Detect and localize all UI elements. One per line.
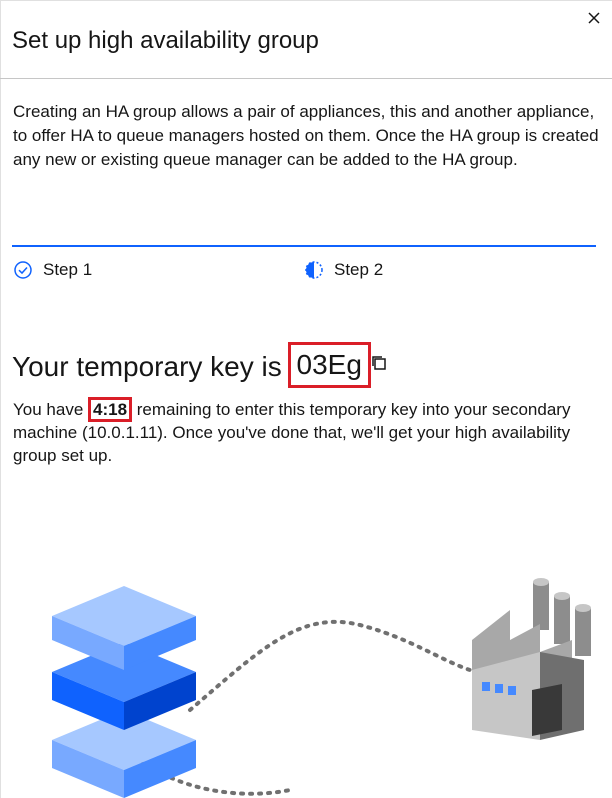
time-remaining-text: You have 4:18 remaining to enter this te… <box>13 397 608 467</box>
step-2-label: Step 2 <box>334 260 384 279</box>
checkmark-outline-icon <box>13 260 33 280</box>
step-1[interactable]: Step 1 <box>13 260 92 280</box>
illustration <box>52 578 591 798</box>
close-button[interactable] <box>582 6 606 30</box>
copy-icon <box>372 356 386 370</box>
connection-dotted-line <box>188 619 472 712</box>
temporary-key-prefix: Your temporary key is <box>12 351 290 382</box>
half-circle-icon <box>304 260 324 280</box>
dialog-title: Set up high availability group <box>12 27 319 54</box>
dialog-header: Set up high availability group <box>0 0 612 79</box>
description-text: Creating an HA group allows a pair of ap… <box>13 102 599 169</box>
temporary-key-heading: Your temporary key is 03Eg <box>12 342 371 390</box>
server-stack-icon <box>52 586 196 798</box>
progress-indicator-line <box>12 245 596 247</box>
step-2[interactable]: Step 2 <box>304 260 383 280</box>
factory-icon <box>472 578 591 740</box>
info-prefix: You have <box>13 400 88 419</box>
copy-button[interactable] <box>370 354 388 372</box>
close-icon <box>588 12 600 24</box>
step-1-label: Step 1 <box>43 260 93 279</box>
temporary-key-value: 03Eg <box>287 342 371 388</box>
countdown-timer: 4:18 <box>88 397 133 422</box>
